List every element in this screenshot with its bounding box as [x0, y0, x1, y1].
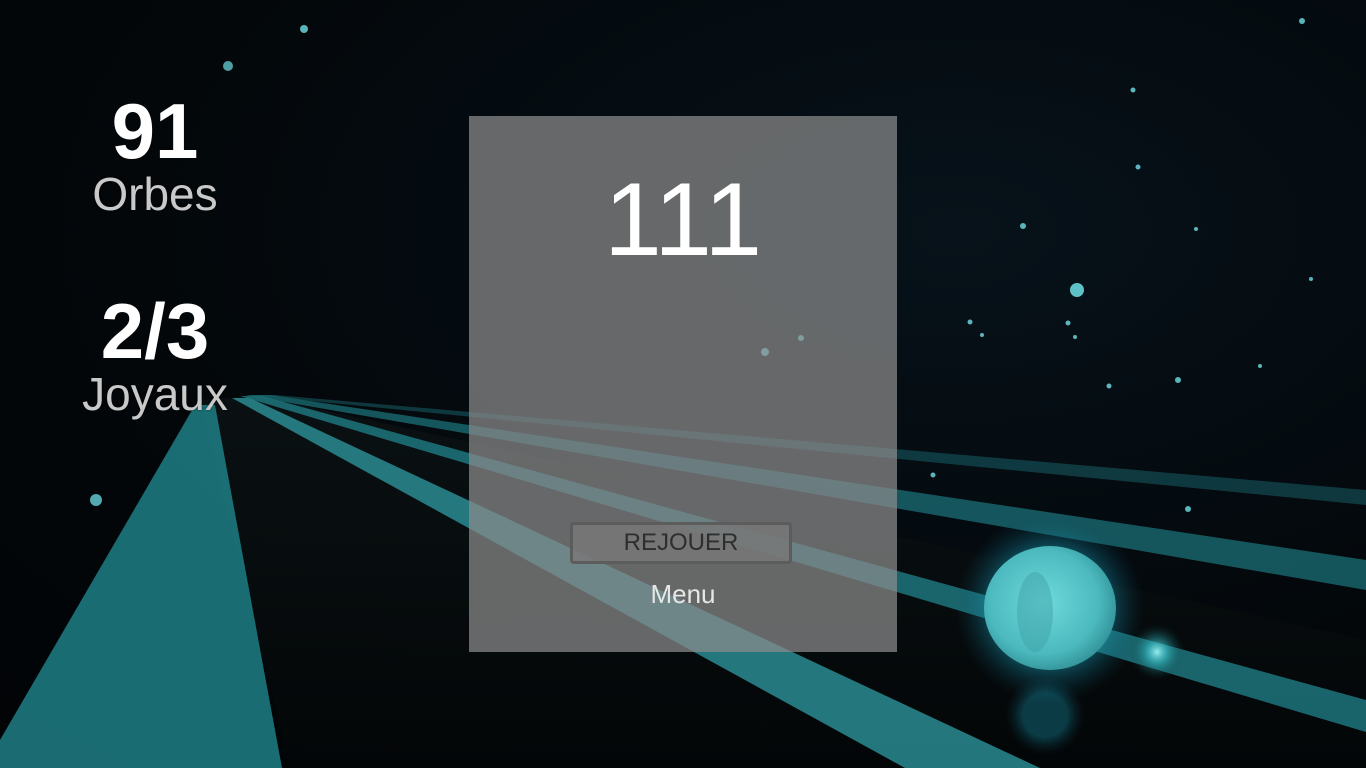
orbs-label: Orbes: [92, 168, 218, 220]
menu-button[interactable]: Menu: [469, 579, 897, 609]
replay-button[interactable]: REJOUER: [570, 522, 792, 564]
gems-counter: 2/3 Joyaux: [40, 292, 270, 418]
game-over-panel: 111 REJOUER Menu: [469, 116, 897, 652]
gems-value: 2/3: [100, 287, 210, 375]
game-scene: 91 Orbes 2/3 Joyaux 111 REJOUER Menu: [0, 0, 1366, 768]
glow-trail: [1005, 675, 1085, 755]
orbs-value: 91: [111, 87, 199, 175]
gems-label: Joyaux: [82, 368, 228, 420]
final-score: 111: [603, 162, 763, 278]
glow-particle: [1129, 624, 1185, 680]
player-orb-shade: [1017, 572, 1053, 652]
orbs-counter: 91 Orbes: [40, 92, 270, 218]
